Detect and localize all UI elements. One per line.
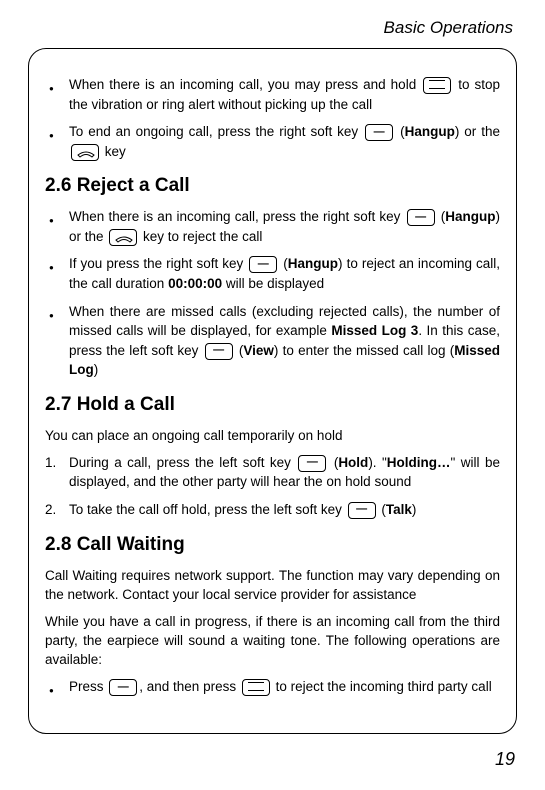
right-soft-key-icon [365,124,393,141]
numbered-text: During a call, press the left soft key (… [69,453,500,492]
soft-key-icon [109,679,137,696]
bullet-marker [45,677,69,697]
section-heading-hold: 2.7 Hold a Call [45,394,500,416]
bullet-text: When there are missed calls (excluding r… [69,302,500,380]
bullet-item: Press , and then press to reject the inc… [45,677,500,697]
bullet-marker [45,75,69,114]
page-header: Basic Operations [28,18,517,38]
content-frame: When there is an incoming call, you may … [28,48,517,734]
hangup-key-icon [109,229,137,246]
section-heading-waiting: 2.8 Call Waiting [45,534,500,556]
waiting-p2: While you have a call in progress, if th… [45,612,500,669]
numbered-item: 2. To take the call off hold, press the … [45,500,500,520]
bullet-item: When there are missed calls (excluding r… [45,302,500,380]
waiting-p1: Call Waiting requires network support. T… [45,566,500,604]
zero-key-icon [242,679,270,696]
hold-intro-text: You can place an ongoing call temporaril… [45,426,500,445]
numbered-text: To take the call off hold, press the lef… [69,500,500,520]
right-soft-key-icon [249,256,277,273]
page-number: 19 [495,749,515,770]
bullet-marker [45,207,69,246]
bullet-item: When there is an incoming call, press th… [45,207,500,246]
left-soft-key-icon [298,455,326,472]
numbered-item: 1. During a call, press the left soft ke… [45,453,500,492]
bullet-item: When there is an incoming call, you may … [45,75,500,114]
bullet-text: If you press the right soft key (Hangup)… [69,254,500,293]
bullet-item: If you press the right soft key (Hangup)… [45,254,500,293]
left-soft-key-icon [348,502,376,519]
zero-key-icon [423,77,451,94]
bullet-text: When there is an incoming call, you may … [69,75,500,114]
bullet-text: When there is an incoming call, press th… [69,207,500,246]
bullet-text: Press , and then press to reject the inc… [69,677,500,697]
hangup-key-icon [71,144,99,161]
bullet-marker [45,254,69,293]
bullet-item: To end an ongoing call, press the right … [45,122,500,161]
bullet-marker [45,122,69,161]
number-marker: 1. [45,453,69,492]
left-soft-key-icon [205,343,233,360]
bullet-text: To end an ongoing call, press the right … [69,122,500,161]
bullet-marker [45,302,69,380]
section-heading-reject: 2.6 Reject a Call [45,175,500,197]
number-marker: 2. [45,500,69,520]
right-soft-key-icon [407,209,435,226]
